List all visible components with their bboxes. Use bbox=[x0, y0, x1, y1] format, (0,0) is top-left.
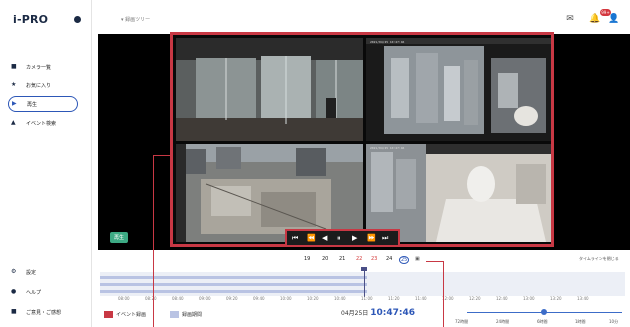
recording-period-swatch bbox=[170, 311, 179, 318]
time-tick: 10:40 bbox=[334, 296, 346, 301]
help-icon: ● bbox=[11, 288, 17, 295]
zoom-label[interactable]: 72時間 bbox=[455, 319, 468, 325]
zoom-label[interactable]: 10分 bbox=[609, 319, 618, 325]
time-tick: 09:20 bbox=[226, 296, 238, 301]
sidebar-item-label: ご意見・ご感想 bbox=[26, 310, 62, 316]
day-21[interactable]: 21 bbox=[339, 256, 345, 262]
recording-bar bbox=[100, 290, 367, 293]
time-tick: 11:40 bbox=[415, 296, 427, 301]
time-tick: 09:40 bbox=[253, 296, 265, 301]
top-bar: ▾ 録画ツリー bbox=[92, 0, 630, 34]
camera-timestamp: 2021/04/25 10:47:46 bbox=[370, 40, 405, 44]
playback-mode-label: 再生 bbox=[110, 232, 129, 243]
time-tick: 13:00 bbox=[523, 296, 535, 301]
day-20[interactable]: 20 bbox=[322, 256, 328, 262]
recording-bar bbox=[100, 283, 367, 286]
recording-period-label: 録画期間 bbox=[182, 312, 203, 318]
time-tick: 09:00 bbox=[199, 296, 211, 301]
day-19[interactable]: 19 bbox=[304, 256, 310, 262]
camera-view-4[interactable]: 2021/04/25 10:47:46 bbox=[366, 144, 551, 242]
zoom-label[interactable]: 6時間 bbox=[537, 319, 548, 325]
recording-bar bbox=[100, 276, 367, 279]
calendar-icon[interactable]: ▣ bbox=[415, 256, 420, 262]
star-icon: ★ bbox=[11, 81, 17, 88]
sidebar-item-favorites[interactable]: ★ お気に入り bbox=[8, 78, 88, 92]
zoom-label[interactable]: 1時間 bbox=[575, 319, 586, 325]
camera-icon: ■ bbox=[11, 63, 17, 70]
camera-view-1[interactable] bbox=[176, 38, 363, 141]
zoom-slider-knob[interactable] bbox=[541, 309, 547, 315]
play-icon[interactable]: ▶ bbox=[352, 234, 357, 242]
time-tick: 10:00 bbox=[280, 296, 292, 301]
rewind-icon[interactable]: ⏪ bbox=[307, 234, 316, 242]
app-logo: i-PRO bbox=[13, 13, 49, 26]
time-tick: 08:00 bbox=[118, 296, 130, 301]
time-tick: 13:20 bbox=[550, 296, 562, 301]
annotation-pointer-line bbox=[153, 155, 172, 156]
sidebar: i-PRO ■ カメラ一覧 ★ お気に入り ▶ 再生 ▲ イベント検索 ⚙ 設定… bbox=[0, 0, 92, 327]
timeline-close-link[interactable]: タイムラインを閉じる bbox=[579, 256, 619, 262]
camera-3-image bbox=[176, 144, 363, 242]
person-icon: ▲ bbox=[11, 119, 16, 126]
message-icon[interactable]: ✉ bbox=[565, 14, 575, 24]
playback-controls: ⏮ ⏪ ◀ ⏸ ▶ ⏩ ⏭ bbox=[285, 229, 400, 247]
camera-4-image bbox=[366, 144, 551, 242]
camera-view-3[interactable] bbox=[176, 144, 363, 242]
day-23[interactable]: 23 bbox=[371, 256, 377, 262]
sidebar-item-event-search[interactable]: ▲ イベント検索 bbox=[8, 116, 88, 130]
sidebar-item-feedback[interactable]: ■ ご意見・ご感想 bbox=[8, 305, 88, 319]
time-tick: 13:40 bbox=[577, 296, 589, 301]
current-date: 04月25日 bbox=[341, 310, 369, 317]
feedback-icon: ■ bbox=[11, 308, 17, 315]
day-24[interactable]: 24 bbox=[386, 256, 392, 262]
camera-2-image bbox=[366, 38, 551, 141]
time-tick: 10:20 bbox=[307, 296, 319, 301]
time-tick: 08:20 bbox=[145, 296, 157, 301]
step-back-icon[interactable]: ◀ bbox=[322, 234, 327, 242]
sidebar-item-help[interactable]: ● ヘルプ bbox=[8, 285, 88, 299]
skip-back-icon[interactable]: ⏮ bbox=[292, 234, 298, 242]
timeline-track[interactable] bbox=[100, 272, 625, 296]
camera-1-image bbox=[176, 38, 363, 141]
event-recording-swatch bbox=[104, 311, 113, 318]
annotation-pointer-line bbox=[443, 261, 444, 327]
sidebar-item-playback[interactable]: ▶ 再生 bbox=[8, 96, 78, 112]
event-recording-label: イベント録画 bbox=[116, 312, 147, 318]
app-menu-icon[interactable] bbox=[74, 16, 81, 23]
time-tick: 12:20 bbox=[469, 296, 481, 301]
fast-forward-icon[interactable]: ⏩ bbox=[367, 234, 376, 242]
recording-tree-breadcrumb[interactable]: ▾ 録画ツリー bbox=[121, 16, 150, 23]
timeline-cursor[interactable] bbox=[364, 269, 365, 297]
day-22[interactable]: 22 bbox=[356, 256, 362, 262]
camera-grid-frame: 2021/04/25 10:47:46 2021/04/25 10:47:46 bbox=[170, 32, 554, 247]
time-tick: 11:20 bbox=[388, 296, 400, 301]
annotation-pointer-line bbox=[426, 261, 444, 262]
user-icon[interactable]: 👤 bbox=[608, 14, 619, 24]
sidebar-item-label: カメラ一覧 bbox=[26, 65, 52, 71]
sidebar-item-label: 設定 bbox=[26, 270, 37, 276]
zoom-label[interactable]: 24時間 bbox=[496, 319, 509, 325]
current-time: 10:47:46 bbox=[370, 308, 415, 318]
gear-icon: ⚙ bbox=[11, 268, 17, 275]
time-tick: 11:00 bbox=[361, 296, 373, 301]
camera-view-2[interactable]: 2021/04/25 10:47:46 bbox=[366, 38, 551, 141]
sidebar-item-label: お気に入り bbox=[26, 83, 52, 89]
sidebar-item-settings[interactable]: ⚙ 設定 bbox=[8, 265, 88, 279]
sidebar-item-label: 再生 bbox=[27, 102, 38, 108]
camera-timestamp: 2021/04/25 10:47:46 bbox=[370, 146, 405, 150]
pause-icon[interactable]: ⏸ bbox=[337, 234, 341, 242]
annotation-pointer-line bbox=[153, 155, 154, 327]
current-datetime: 04月25日 10:47:46 bbox=[341, 308, 415, 318]
time-tick: 08:40 bbox=[172, 296, 184, 301]
skip-forward-icon[interactable]: ⏭ bbox=[382, 234, 388, 242]
sidebar-item-camera-list[interactable]: ■ カメラ一覧 bbox=[8, 60, 88, 74]
sidebar-item-label: イベント検索 bbox=[26, 121, 57, 127]
time-tick: 12:40 bbox=[496, 296, 508, 301]
sidebar-item-label: ヘルプ bbox=[26, 290, 42, 296]
play-icon: ▶ bbox=[12, 100, 17, 107]
bell-icon[interactable]: 🔔 bbox=[589, 14, 600, 24]
